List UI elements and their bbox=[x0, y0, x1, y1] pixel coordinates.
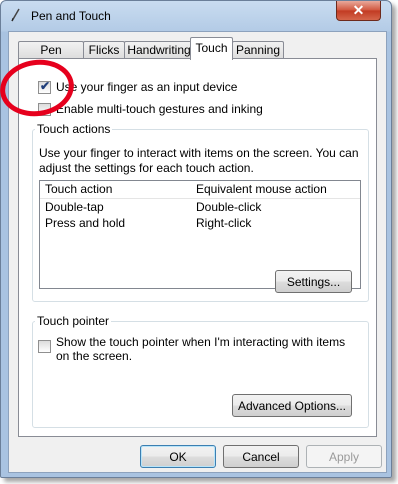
pen-icon bbox=[11, 8, 20, 22]
row-touch-action: Double-tap bbox=[45, 200, 104, 214]
window-title: Pen and Touch bbox=[31, 9, 111, 23]
row-touch-action: Press and hold bbox=[45, 216, 126, 230]
close-button[interactable]: ✕ bbox=[336, 1, 381, 21]
show-pointer-checkbox[interactable] bbox=[38, 340, 51, 353]
title-bar[interactable]: Pen and Touch ✕ bbox=[1, 1, 391, 31]
tab-handwriting[interactable]: Handwriting bbox=[124, 41, 194, 59]
list-item[interactable]: Double-tap Double-click bbox=[40, 199, 360, 215]
row-mouse-action: Right-click bbox=[196, 216, 252, 230]
use-finger-label[interactable]: Use your finger as an input device bbox=[56, 80, 237, 94]
tab-flicks[interactable]: Flicks bbox=[83, 41, 125, 59]
row-mouse-action: Double-click bbox=[196, 200, 262, 214]
tab-touch[interactable]: Touch bbox=[190, 37, 233, 60]
use-finger-checkbox[interactable]: ✔ bbox=[38, 79, 51, 94]
checkmark-icon: ✔ bbox=[40, 79, 51, 93]
settings-button[interactable]: Settings... bbox=[275, 270, 352, 293]
cancel-button[interactable]: Cancel bbox=[223, 445, 299, 468]
dialog-client: Pen Options Flicks Handwriting Touch Pan… bbox=[8, 31, 387, 473]
window-frame: Pen and Touch ✕ Pen Options Flicks Handw… bbox=[0, 0, 392, 478]
advanced-options-button[interactable]: Advanced Options... bbox=[232, 394, 352, 417]
tab-pen-options[interactable]: Pen Options bbox=[18, 41, 84, 74]
column-touch-action[interactable]: Touch action bbox=[45, 182, 112, 196]
apply-button[interactable]: Apply bbox=[306, 445, 382, 468]
multitouch-checkbox[interactable] bbox=[38, 103, 51, 116]
touch-pointer-title: Touch pointer bbox=[35, 314, 112, 328]
touch-actions-description: Use your finger to interact with items o… bbox=[39, 146, 359, 175]
show-pointer-label-line1[interactable]: Show the touch pointer when I'm interact… bbox=[56, 335, 345, 349]
ok-button[interactable]: OK bbox=[140, 445, 216, 468]
touch-actions-title: Touch actions bbox=[35, 122, 113, 136]
column-mouse-action[interactable]: Equivalent mouse action bbox=[196, 182, 327, 196]
touch-tab-panel: ✔ Use your finger as an input device Ena… bbox=[18, 58, 377, 437]
list-header: Touch action Equivalent mouse action bbox=[40, 181, 360, 199]
multitouch-label[interactable]: Enable multi-touch gestures and inking bbox=[56, 102, 263, 116]
show-pointer-label-line2[interactable]: on the screen. bbox=[56, 349, 132, 363]
tab-panning[interactable]: Panning bbox=[232, 41, 284, 59]
list-item[interactable]: Press and hold Right-click bbox=[40, 215, 360, 231]
close-icon: ✕ bbox=[352, 2, 365, 18]
